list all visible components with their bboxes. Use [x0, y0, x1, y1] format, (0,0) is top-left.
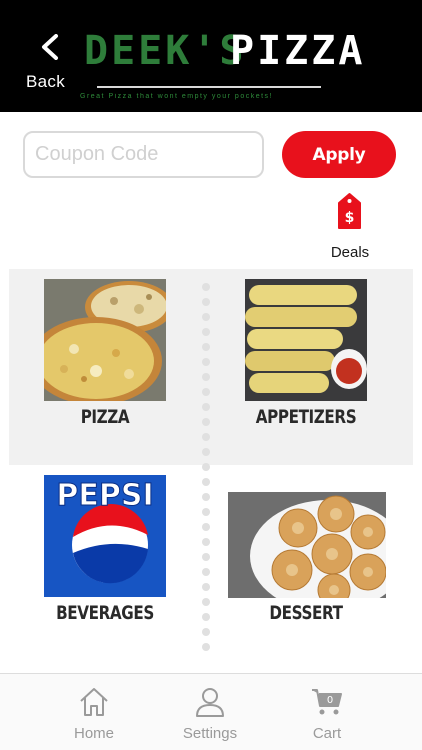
brand-underline — [97, 86, 321, 88]
back-label: Back — [26, 72, 65, 91]
brand-name-part1: DEEK'S — [84, 28, 247, 74]
deals-button[interactable]: $ Deals — [326, 192, 374, 264]
donuts-photo — [228, 492, 386, 598]
pizza-photo — [44, 279, 166, 401]
cart-count-badge: 0 — [327, 695, 333, 706]
user-icon — [196, 688, 224, 717]
brand-tagline: Great Pizza that wont empty your pockets… — [80, 93, 274, 100]
svg-text:$: $ — [345, 210, 355, 226]
home-icon — [80, 688, 108, 716]
tab-cart[interactable]: 0 Cart — [277, 674, 377, 750]
deals-label: Deals — [330, 244, 370, 261]
category-pizza[interactable]: PIZZA — [25, 279, 185, 439]
tab-label: Settings — [182, 725, 238, 742]
category-beverages[interactable]: PEPSI BEVERAGES — [25, 475, 185, 635]
app-header: Back DEEK'S PIZZA Great Pizza that wont … — [0, 0, 422, 112]
apply-button[interactable]: Apply — [282, 131, 396, 178]
category-label: PIZZA — [80, 406, 130, 428]
coupon-code-input[interactable] — [23, 131, 264, 178]
back-button[interactable]: Back — [24, 30, 74, 91]
brand-name-part2: PIZZA — [230, 28, 366, 74]
svg-text:PEPSI: PEPSI — [56, 478, 153, 513]
tab-settings[interactable]: Settings — [160, 674, 260, 750]
cart-icon: 0 — [312, 689, 342, 715]
chevron-left-icon — [42, 34, 58, 60]
category-label: APPETIZERS — [255, 406, 357, 428]
brand-logo: DEEK'S PIZZA — [84, 28, 362, 74]
pepsi-photo: PEPSI — [44, 475, 166, 597]
column-divider — [202, 283, 210, 663]
category-appetizers[interactable]: APPETIZERS — [226, 279, 386, 439]
breadsticks-photo — [245, 279, 367, 401]
tab-label: Home — [73, 725, 114, 742]
category-label: DESSERT — [269, 602, 343, 624]
category-label: BEVERAGES — [56, 602, 154, 624]
category-dessert[interactable]: DESSERT — [226, 475, 386, 635]
tab-home[interactable]: Home — [44, 674, 144, 750]
bottom-tab-bar: Home Settings 0 Cart — [0, 673, 422, 750]
dollar-price-tag-icon: $ — [338, 193, 361, 229]
tab-label: Cart — [312, 725, 342, 742]
